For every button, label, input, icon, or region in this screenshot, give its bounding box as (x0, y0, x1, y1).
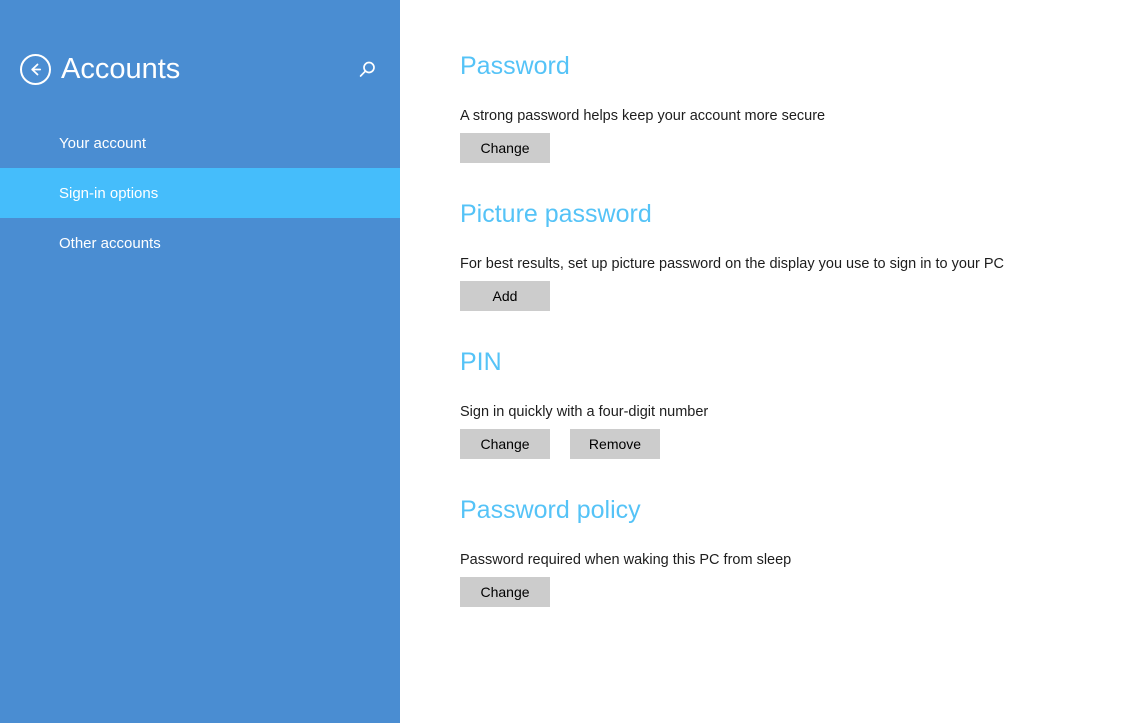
pin-change-button[interactable]: Change (460, 429, 550, 459)
section-description: A strong password helps keep your accoun… (460, 108, 826, 124)
sidebar-item-label: Your account (59, 134, 147, 152)
sidebar-item-your-account[interactable]: Your account (0, 118, 400, 168)
section-description: Sign in quickly with a four-digit number (460, 404, 709, 420)
search-icon[interactable] (352, 55, 382, 85)
section-password: Password A strong password helps keep yo… (460, 50, 1138, 163)
pc-settings-window: Accounts Your account Sign-in options Ot… (0, 0, 1138, 723)
section-pin: PIN Sign in quickly with a four-digit nu… (460, 346, 1138, 459)
section-password-policy: Password policy Password required when w… (460, 494, 1138, 607)
back-arrow-icon[interactable] (20, 54, 51, 85)
button-row: Change Remove (460, 429, 1138, 459)
sidebar-header: Accounts (0, 0, 400, 118)
pin-remove-button[interactable]: Remove (570, 429, 660, 459)
section-description: For best results, set up picture passwor… (460, 256, 1005, 272)
sidebar-nav: Your account Sign-in options Other accou… (0, 118, 400, 268)
button-row: Change (460, 577, 1138, 607)
password-change-button[interactable]: Change (460, 133, 550, 163)
section-description: Password required when waking this PC fr… (460, 552, 792, 568)
sign-in-options-content: Password A strong password helps keep yo… (400, 0, 1138, 723)
page-title: Accounts (61, 53, 181, 85)
sidebar-item-sign-in-options[interactable]: Sign-in options (0, 168, 400, 218)
section-heading: Picture password (460, 200, 652, 228)
section-heading: Password policy (460, 496, 641, 524)
sidebar-item-other-accounts[interactable]: Other accounts (0, 218, 400, 268)
picture-password-add-button[interactable]: Add (460, 281, 550, 311)
section-heading: PIN (460, 348, 502, 376)
button-row: Change (460, 133, 1138, 163)
accounts-sidebar: Accounts Your account Sign-in options Ot… (0, 0, 400, 723)
sidebar-item-label: Sign-in options (59, 184, 159, 202)
section-heading: Password (460, 52, 570, 80)
sidebar-item-label: Other accounts (59, 234, 161, 252)
section-picture-password: Picture password For best results, set u… (460, 198, 1138, 311)
button-row: Add (460, 281, 1138, 311)
password-policy-change-button[interactable]: Change (460, 577, 550, 607)
